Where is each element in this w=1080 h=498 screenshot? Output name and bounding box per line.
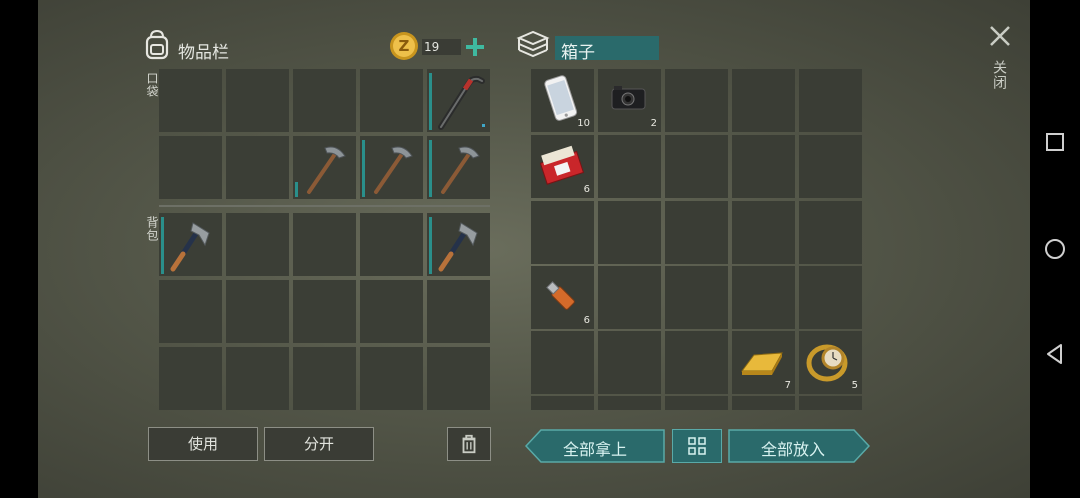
box-slot-12[interactable] (598, 201, 661, 264)
backpack-slot-11[interactable] (159, 347, 222, 410)
backpack-slot-7[interactable] (226, 280, 289, 343)
box-stack-icon (516, 28, 550, 62)
put-all-label: 全部放入 (760, 440, 825, 459)
box-slot-18[interactable] (665, 266, 728, 329)
box-slot-13[interactable] (665, 201, 728, 264)
coin-icon: Z (389, 31, 419, 61)
box-slot-27[interactable] (598, 396, 661, 410)
trash-button[interactable] (447, 427, 491, 461)
box-slot-17[interactable] (598, 266, 661, 329)
box-slot-3[interactable] (665, 69, 728, 132)
pocket-slot-8[interactable] (293, 136, 356, 199)
box-slot-11[interactable] (531, 201, 594, 264)
box-slot-19[interactable] (732, 266, 795, 329)
pickaxe-icon (307, 146, 346, 194)
item-count: 5 (851, 380, 858, 391)
pocket-slot-2[interactable] (226, 69, 289, 132)
box-slot-21[interactable] (531, 331, 594, 394)
box-slot-29[interactable] (732, 396, 795, 410)
box-slot-1[interactable]: 10 (531, 69, 594, 132)
use-button[interactable]: 使用 (148, 427, 258, 461)
pocket-slot-9[interactable] (360, 136, 423, 199)
backpack-slot-10[interactable] (427, 280, 490, 343)
inventory-title: 物品栏 (178, 43, 229, 63)
backpack-slot-9[interactable] (360, 280, 423, 343)
box-slot-28[interactable] (665, 396, 728, 410)
box-slot-5[interactable] (799, 69, 862, 132)
pocket-slot-7[interactable] (226, 136, 289, 199)
section-divider (159, 205, 490, 207)
box-slot-9[interactable] (732, 135, 795, 198)
box-slot-25[interactable]: 5 (799, 331, 862, 394)
pocket-slot-6[interactable] (159, 136, 222, 199)
pocket-slot-5[interactable] (427, 69, 490, 132)
backpack-slot-4[interactable] (360, 213, 423, 276)
box-slot-14[interactable] (732, 201, 795, 264)
backpack-slot-3[interactable] (293, 213, 356, 276)
plus-icon[interactable] (465, 37, 485, 57)
item-count: 10 (577, 118, 590, 129)
backpack-slot-6[interactable] (159, 280, 222, 343)
box-slot-30[interactable] (799, 396, 862, 410)
recent-apps-icon[interactable] (1042, 129, 1068, 155)
put-all-button[interactable]: 全部放入 (728, 429, 870, 463)
backpack-slot-15[interactable] (427, 347, 490, 410)
hatchet-icon (438, 222, 478, 272)
pickaxe-icon (441, 146, 480, 194)
close-label[interactable]: 关闭 (989, 60, 1009, 90)
box-slot-16[interactable]: 6 (531, 266, 594, 329)
inventory-screen: 物品栏 Z 19 箱子 关闭 口袋 背包 10 2 6 6 7 5 使用 分开 … (38, 0, 1030, 498)
crowbar-icon (438, 75, 485, 130)
item-count: 6 (583, 315, 590, 326)
pocket-slot-4[interactable] (360, 69, 423, 132)
box-title-text: 箱子 (561, 43, 595, 63)
svg-text:Z: Z (399, 37, 410, 55)
box-slot-6[interactable]: 6 (531, 135, 594, 198)
backpack-slot-5[interactable] (427, 213, 490, 276)
item-count: 6 (583, 184, 590, 195)
box-title: 箱子 (555, 36, 659, 63)
home-icon[interactable] (1042, 236, 1068, 262)
backpack-slot-13[interactable] (293, 347, 356, 410)
item-count: 2 (650, 118, 657, 129)
backpack-slot-14[interactable] (360, 347, 423, 410)
close-icon[interactable] (988, 24, 1012, 48)
box-slot-23[interactable] (665, 331, 728, 394)
box-slot-10[interactable] (799, 135, 862, 198)
take-all-button[interactable]: 全部拿上 (525, 429, 665, 463)
backpack-icon (141, 28, 173, 60)
backpack-slot-8[interactable] (293, 280, 356, 343)
box-slot-24[interactable]: 7 (732, 331, 795, 394)
box-slot-20[interactable] (799, 266, 862, 329)
box-slot-22[interactable] (598, 331, 661, 394)
box-slot-26[interactable] (531, 396, 594, 410)
pickaxe-icon (374, 146, 413, 194)
box-slot-7[interactable] (598, 135, 661, 198)
status-dot (482, 124, 485, 127)
box-slot-15[interactable] (799, 201, 862, 264)
pocket-slot-1[interactable] (159, 69, 222, 132)
system-navigation-bar (1030, 0, 1080, 498)
box-slot-8[interactable] (665, 135, 728, 198)
take-all-label: 全部拿上 (562, 440, 627, 459)
backpack-slot-1[interactable] (159, 213, 222, 276)
split-button[interactable]: 分开 (264, 427, 374, 461)
back-icon[interactable] (1042, 341, 1068, 367)
grid-icon (688, 437, 706, 455)
grid-button[interactable] (672, 429, 722, 463)
hatchet-icon (170, 222, 210, 272)
box-slot-2[interactable]: 2 (598, 69, 661, 132)
coin-count: 19 (422, 39, 462, 55)
pocket-slot-10[interactable] (427, 136, 490, 199)
pocket-slot-3[interactable] (293, 69, 356, 132)
box-slot-4[interactable] (732, 69, 795, 132)
backpack-slot-2[interactable] (226, 213, 289, 276)
backpack-slot-12[interactable] (226, 347, 289, 410)
item-count: 7 (784, 380, 791, 391)
trash-icon (462, 434, 476, 454)
